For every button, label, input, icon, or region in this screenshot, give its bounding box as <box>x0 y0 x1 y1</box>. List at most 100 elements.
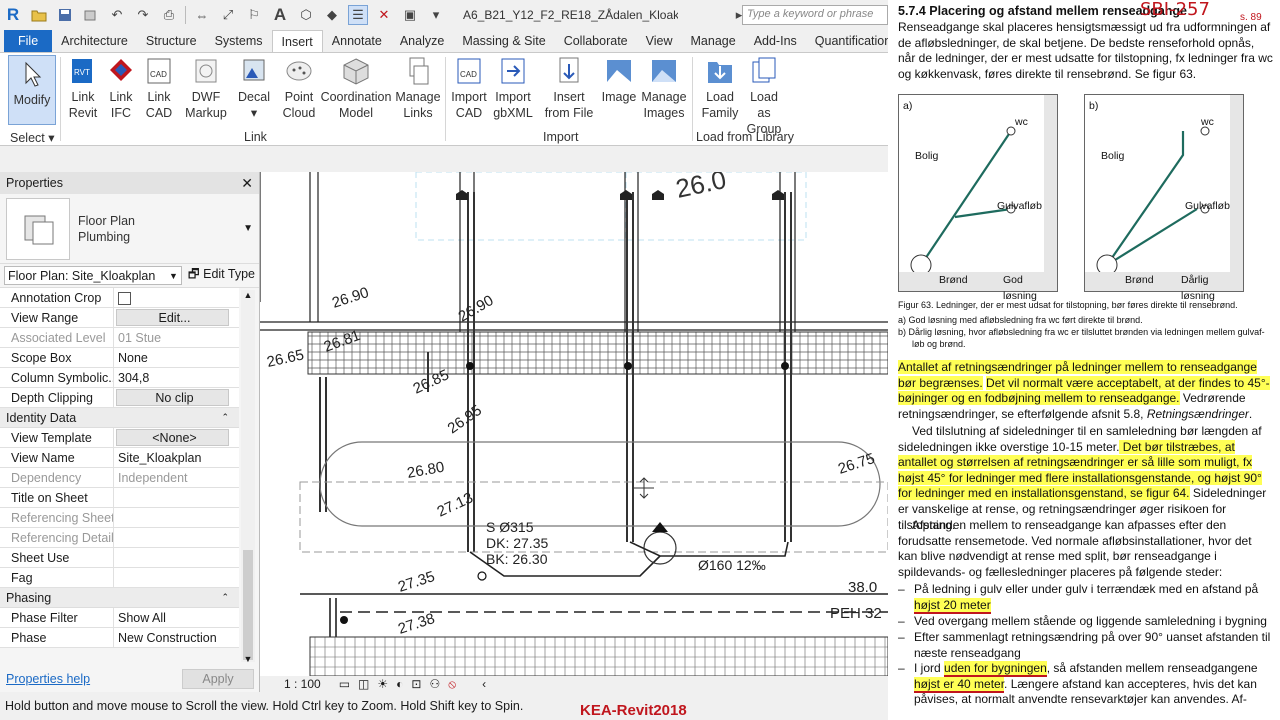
sun-path-icon[interactable]: ☀ <box>377 677 388 691</box>
link-ifc-button[interactable]: Link IFC <box>104 55 138 121</box>
tab-structure[interactable]: Structure <box>137 30 206 52</box>
load-as-group-button[interactable]: Load as Group <box>742 55 786 137</box>
import-cad-button[interactable]: CAD Import CAD <box>450 55 488 121</box>
fag-field[interactable] <box>114 568 239 588</box>
spot-elevation: 38.0 <box>848 579 877 596</box>
coordination-model-button[interactable]: Coordination Model <box>321 55 391 121</box>
column-symbolic-field[interactable]: 304,8 <box>114 368 239 388</box>
properties-help-link[interactable]: Properties help <box>6 672 90 686</box>
tab-file[interactable]: File <box>4 30 53 52</box>
tab-analyze[interactable]: Analyze <box>391 30 453 52</box>
tab-view[interactable]: View <box>637 30 682 52</box>
tab-quantification[interactable]: Quantification <box>806 30 888 52</box>
print-icon[interactable]: ⎙ <box>159 5 179 25</box>
decal-icon <box>239 55 269 87</box>
view-control-bar: 1 : 100 ▭ ◫ ☀ ◐ ⊡ ⚇ ⦸ ‹ <box>260 676 888 692</box>
highlight: uden for bygningen <box>944 661 1047 677</box>
properties-scrollbar[interactable]: ▲ ▼ <box>241 290 255 664</box>
sheet-use-field[interactable] <box>114 548 239 568</box>
detail-level-icon[interactable]: ▭ <box>339 677 350 691</box>
image-button[interactable]: Image <box>600 55 638 105</box>
manage-links-button[interactable]: Manage Links <box>395 55 441 121</box>
crop-icon[interactable]: ⊡ <box>411 677 421 691</box>
tab-annotate[interactable]: Annotate <box>323 30 391 52</box>
link-ifc-icon <box>106 55 136 87</box>
visual-style-icon[interactable]: ◫ <box>358 677 369 691</box>
scroll-thumb[interactable] <box>243 550 253 660</box>
redo-icon[interactable]: ↷ <box>133 5 153 25</box>
figure-b-wc: wc <box>1201 116 1214 128</box>
prop-row-fag: Fag <box>0 567 239 588</box>
title-on-sheet-field[interactable] <box>114 488 239 508</box>
scroll-left-icon[interactable]: ‹ <box>482 677 486 691</box>
customize-qat-icon[interactable]: ▾ <box>426 5 446 25</box>
view-name-field[interactable]: Site_Kloakplan <box>114 448 239 468</box>
close-hidden-icon[interactable]: ✕ <box>374 5 394 25</box>
drawing-canvas[interactable]: 26.0 26.90 26.90 26.65 26.81 26.85 26.95… <box>260 172 888 676</box>
thin-lines-icon[interactable]: ☰ <box>348 5 368 25</box>
view-range-edit-button[interactable]: Edit... <box>116 309 229 326</box>
tab-add-ins[interactable]: Add-Ins <box>745 30 806 52</box>
shadows-icon[interactable]: ◐ <box>396 677 403 691</box>
scope-box-field[interactable]: None <box>114 348 239 368</box>
point-cloud-label-2: Cloud <box>282 106 316 120</box>
search-input[interactable]: Type a keyword or phrase <box>742 5 888 25</box>
scroll-up-icon[interactable]: ▲ <box>241 290 255 300</box>
close-icon[interactable]: ✕ <box>241 175 253 192</box>
undo-icon[interactable]: ↶ <box>107 5 127 25</box>
section-icon[interactable]: ◆ <box>322 5 342 25</box>
reveal-hidden-icon[interactable]: ⦸ <box>448 677 456 692</box>
prop-value <box>114 508 239 528</box>
switch-windows-icon[interactable]: ▣ <box>400 5 420 25</box>
text-icon[interactable]: A <box>270 5 290 25</box>
temporary-hide-icon[interactable]: ⚇ <box>429 677 440 691</box>
tab-systems[interactable]: Systems <box>206 30 272 52</box>
view-scale[interactable]: 1 : 100 <box>284 677 321 691</box>
manage-images-button[interactable]: Manage Images <box>640 55 688 121</box>
sync-icon[interactable] <box>81 5 101 25</box>
tag-icon[interactable]: ⚐ <box>244 5 264 25</box>
measure-icon[interactable]: ⇔ <box>192 5 212 25</box>
link-cad-button[interactable]: CAD Link CAD <box>142 55 176 121</box>
type-selector[interactable]: Floor Plan Plumbing ▼ <box>0 194 259 264</box>
apply-button[interactable]: Apply <box>182 669 254 689</box>
tab-collaborate[interactable]: Collaborate <box>555 30 637 52</box>
link-revit-button[interactable]: RVT Link Revit <box>66 55 100 121</box>
instance-filter-select[interactable]: Floor Plan: Site_Kloakplan ▼ <box>4 266 182 285</box>
insert-from-file-button[interactable]: Insert from File <box>542 55 596 121</box>
save-icon[interactable] <box>55 5 75 25</box>
svg-text:RVT: RVT <box>74 68 90 77</box>
scroll-down-icon[interactable]: ▼ <box>241 654 255 664</box>
annotation-crop-checkbox[interactable] <box>114 288 239 308</box>
tab-massing-site[interactable]: Massing & Site <box>453 30 554 52</box>
tab-architecture[interactable]: Architecture <box>52 30 137 52</box>
doc-intro: Renseadgange skal placeres hensigtsmæssi… <box>898 20 1273 81</box>
point-cloud-button[interactable]: Point Cloud <box>280 55 318 121</box>
tab-insert[interactable]: Insert <box>271 30 323 52</box>
import-gbxml-button[interactable]: Import gbXML <box>492 55 534 121</box>
phase-filter-field[interactable]: Show All <box>114 608 239 628</box>
prop-key: Referencing Sheet <box>0 507 114 528</box>
edit-type-button[interactable]: 🗗 Edit Type <box>188 265 255 286</box>
load-family-button[interactable]: Load Family <box>700 55 740 121</box>
dwf-markup-button[interactable]: DWF Markup <box>184 55 228 121</box>
group-phasing[interactable]: Phasing ⌃ <box>0 588 239 608</box>
decal-button[interactable]: Decal ▾ <box>236 55 272 121</box>
revit-logo-icon[interactable]: R <box>3 5 23 25</box>
select-panel-label[interactable]: Select ▾ <box>10 130 55 145</box>
open-icon[interactable] <box>29 5 49 25</box>
group-identity-data[interactable]: Identity Data ⌃ <box>0 408 239 428</box>
dimension-icon[interactable]: ⤢ <box>218 5 238 25</box>
depth-clipping-button[interactable]: No clip <box>116 389 229 406</box>
modify-button[interactable]: Modify <box>8 55 56 125</box>
phase-field[interactable]: New Construction <box>114 628 239 648</box>
chevron-down-icon[interactable]: ▼ <box>243 223 253 234</box>
load-from-library-panel-label: Load from Library <box>696 130 794 144</box>
decal-dropdown-icon[interactable]: ▾ <box>251 105 257 121</box>
highlight: højst er 40 meter <box>914 676 1005 693</box>
tab-manage[interactable]: Manage <box>682 30 745 52</box>
view-template-button[interactable]: <None> <box>116 429 229 446</box>
3d-view-icon[interactable]: ⬡ <box>296 5 316 25</box>
italic-text: Retningsændringer <box>1146 406 1249 421</box>
link-revit-label-1: Link <box>71 90 95 104</box>
